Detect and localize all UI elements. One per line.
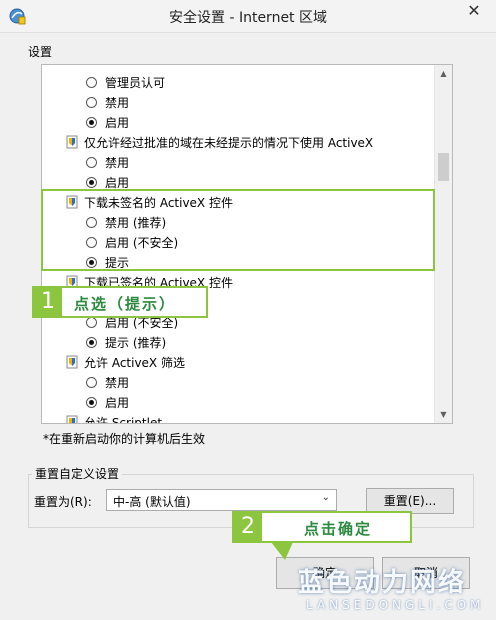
- radio-checked-icon[interactable]: [86, 176, 97, 188]
- setting-label: 允许 ActiveX 筛选: [84, 355, 185, 370]
- annotation-text: 点选（提示）: [74, 295, 177, 313]
- security-setting-icon: [66, 415, 78, 423]
- reset-to-label: 重置为(R):: [34, 495, 92, 509]
- setting-label: 启用: [105, 115, 130, 130]
- annotation-number: 2: [234, 513, 262, 541]
- radio-unchecked-icon[interactable]: [86, 316, 97, 328]
- setting-radio-option[interactable]: 启用: [86, 113, 129, 131]
- scroll-thumb[interactable]: [438, 153, 449, 181]
- setting-radio-option[interactable]: 提示 (推荐): [86, 333, 166, 351]
- annotation-callout-2: 2 点击确定: [232, 511, 412, 543]
- close-button[interactable]: ✕: [460, 0, 488, 24]
- watermark: 蓝色动力网络 LANSEDONGLI.COM: [238, 560, 496, 620]
- setting-radio-option[interactable]: 禁用: [86, 93, 129, 111]
- setting-label: 启用: [105, 175, 130, 190]
- setting-group-header: 允许 ActiveX 筛选: [66, 353, 185, 371]
- highlight-box: [41, 189, 435, 271]
- setting-label: 仅允许经过批准的域在未经提示的情况下使用 ActiveX: [84, 135, 374, 150]
- security-setting-icon: [66, 135, 78, 149]
- radio-unchecked-icon[interactable]: [86, 156, 97, 168]
- setting-group-header: 允许 Scriptlet: [66, 413, 162, 423]
- window-title: 安全设置 - Internet 区域: [169, 10, 327, 26]
- setting-radio-option[interactable]: 启用: [86, 393, 129, 411]
- scroll-up-icon[interactable]: ▲: [435, 65, 452, 82]
- select-value: 中-高 (默认值): [113, 495, 191, 509]
- setting-label: 允许 Scriptlet: [84, 415, 163, 424]
- annotation-number: 1: [34, 288, 62, 316]
- watermark-text: 蓝色动力网络: [298, 568, 467, 598]
- setting-radio-option[interactable]: 禁用: [86, 373, 129, 391]
- radio-unchecked-icon[interactable]: [86, 76, 97, 88]
- restart-note: *在重新启动你的计算机后生效: [43, 432, 206, 446]
- scroll-down-icon[interactable]: ▼: [435, 406, 452, 423]
- setting-radio-option[interactable]: 禁用: [86, 153, 129, 171]
- setting-label: 启用: [105, 395, 130, 410]
- radio-unchecked-icon[interactable]: [86, 376, 97, 388]
- setting-label: 提示 (推荐): [105, 335, 167, 350]
- watermark-subtext: LANSEDONGLI.COM: [306, 598, 485, 612]
- setting-label: 禁用: [105, 375, 130, 390]
- security-level-select[interactable]: 中-高 (默认值) ⌄: [106, 489, 337, 511]
- setting-label: 禁用: [105, 95, 130, 110]
- setting-radio-option[interactable]: 管理员认可: [86, 73, 165, 91]
- radio-checked-icon[interactable]: [86, 116, 97, 128]
- radio-checked-icon[interactable]: [86, 396, 97, 408]
- annotation-text: 点击确定: [304, 520, 373, 538]
- chevron-down-icon: ⌄: [321, 492, 330, 503]
- annotation-callout-1: 1 点选（提示）: [32, 286, 208, 318]
- radio-unchecked-icon[interactable]: [86, 96, 97, 108]
- radio-checked-icon[interactable]: [86, 336, 97, 348]
- vertical-scrollbar[interactable]: ▲ ▼: [434, 65, 452, 423]
- reset-group-title: 重置自定义设置: [32, 465, 123, 482]
- title-bar: 安全设置 - Internet 区域 ✕: [0, 0, 496, 33]
- security-setting-icon: [66, 355, 78, 369]
- setting-label: 管理员认可: [105, 75, 166, 90]
- settings-label: 设置: [28, 45, 53, 59]
- setting-group-header: 仅允许经过批准的域在未经提示的情况下使用 ActiveX: [66, 133, 373, 151]
- setting-label: 禁用: [105, 155, 130, 170]
- pointer-arrow-icon: [271, 542, 293, 560]
